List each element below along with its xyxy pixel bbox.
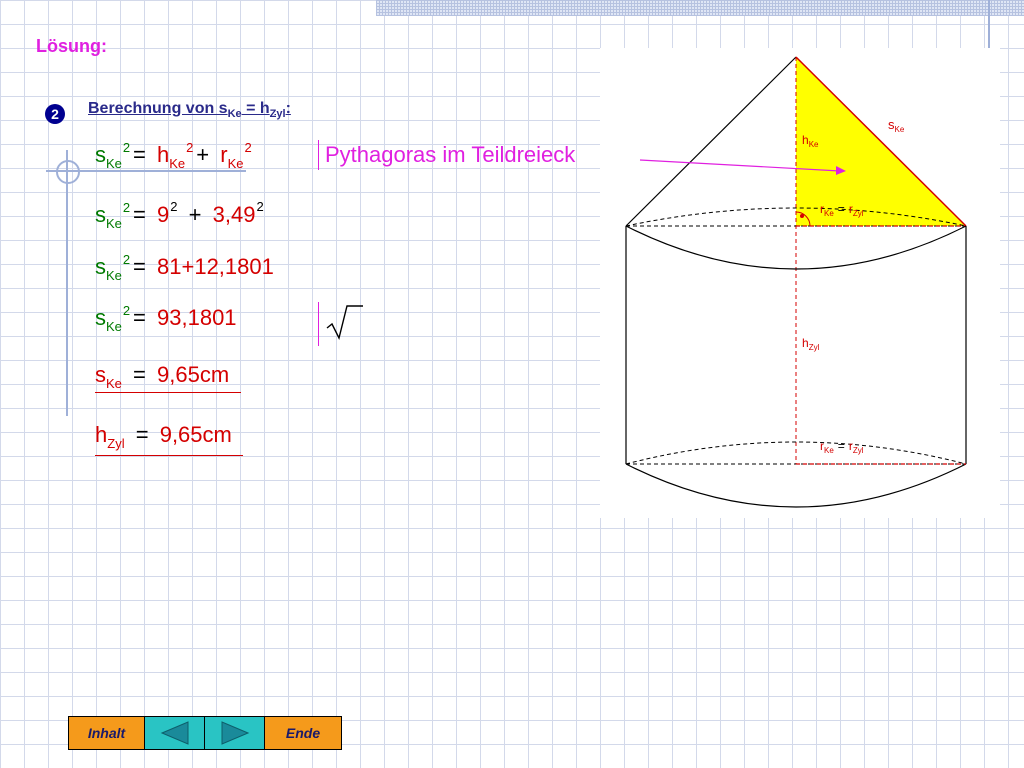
square-root-icon xyxy=(326,305,363,341)
pythagoras-note: Pythagoras im Teildreieck xyxy=(318,140,575,170)
inhalt-button[interactable]: Inhalt xyxy=(69,717,145,749)
result-underline-1 xyxy=(95,392,241,393)
equation-1: s 2 Ke = h 2 Ke + r 2 Ke xyxy=(95,140,252,171)
step-badge: 2 xyxy=(45,104,65,124)
ende-button[interactable]: Ende xyxy=(265,717,341,749)
right-angle-dot xyxy=(800,214,804,218)
right-arrow-icon xyxy=(221,721,249,745)
equation-2: s 2 Ke = 92 + 3,492 xyxy=(95,199,264,231)
prev-button[interactable] xyxy=(145,717,205,749)
equation-6: hZyl = 9,65cm xyxy=(95,422,232,451)
decor-line-left xyxy=(66,150,68,416)
left-arrow-icon xyxy=(160,721,188,745)
nav-bar: Inhalt Ende xyxy=(68,716,342,750)
next-button[interactable] xyxy=(205,717,265,749)
root-note xyxy=(318,302,365,346)
decor-ring xyxy=(56,160,80,184)
equation-4: s 2 Ke = 93,1801 xyxy=(95,303,237,334)
equation-3: s 2 Ke = 81+12,1801 xyxy=(95,252,274,283)
cone-cylinder-diagram: sKe hKe rKe = rZyl hZyl rKe = rZyl xyxy=(600,48,1000,518)
page-title: Lösung: xyxy=(36,36,107,56)
equation-5: sKe = 9,65cm xyxy=(95,362,230,391)
step-heading: Berechnung von sKe = hZyl: xyxy=(88,100,291,121)
result-underline-2 xyxy=(95,455,243,456)
top-decor-band xyxy=(376,0,1024,16)
